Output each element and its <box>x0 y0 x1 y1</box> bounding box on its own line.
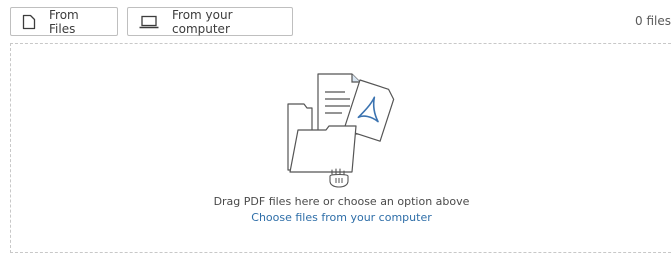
drop-instructions: Drag PDF files here or choose an option … <box>213 195 470 208</box>
from-computer-button[interactable]: From your computer <box>127 7 293 36</box>
from-files-label: From Files <box>49 7 79 36</box>
file-icon <box>22 14 36 30</box>
drop-zone[interactable]: Drag PDF files here or choose an option … <box>10 43 671 253</box>
upload-toolbar: From Files From your computer <box>10 7 293 36</box>
choose-files-container: Choose files from your computer <box>11 210 671 225</box>
laptop-icon <box>139 15 159 29</box>
choose-files-link[interactable]: Choose files from your computer <box>251 211 431 224</box>
from-files-button[interactable]: From Files <box>10 7 118 36</box>
file-count: 0 files <box>635 14 671 28</box>
from-computer-label: From your computer <box>172 7 233 36</box>
folder-documents-pdf-illustration-icon <box>276 72 416 192</box>
